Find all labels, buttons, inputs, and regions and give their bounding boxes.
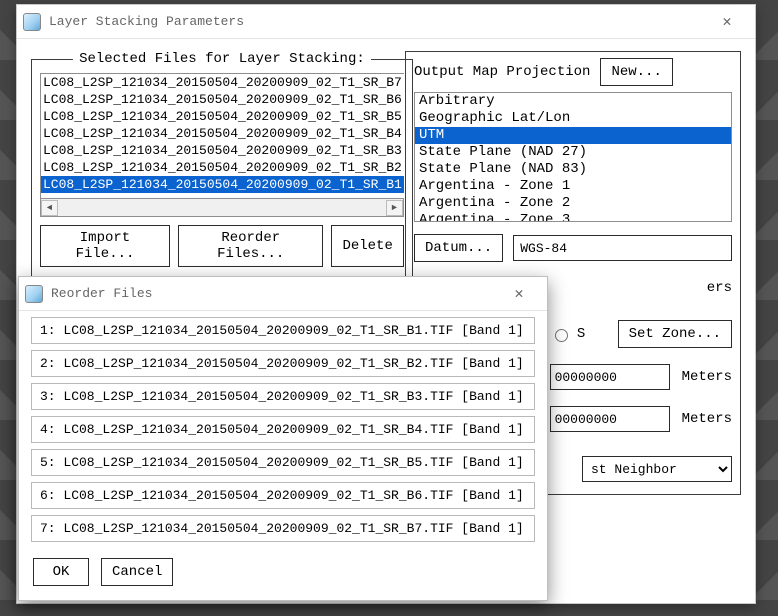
datum-button[interactable]: Datum...: [414, 234, 503, 262]
projection-row[interactable]: Argentina - Zone 2: [415, 195, 731, 212]
file-row[interactable]: LC08_L2SP_121034_20150504_20200909_02_T1…: [41, 142, 404, 159]
app-icon: [23, 13, 41, 31]
selected-files-legend: Selected Files for Layer Stacking:: [73, 51, 371, 67]
reorder-files-button[interactable]: Reorder Files...: [178, 225, 323, 267]
reorder-item[interactable]: 1: LC08_L2SP_121034_20150504_20200909_02…: [31, 317, 535, 344]
projection-row[interactable]: Argentina - Zone 1: [415, 178, 731, 195]
projection-row[interactable]: UTM: [415, 127, 731, 144]
projection-row[interactable]: Argentina - Zone 3: [415, 212, 731, 222]
projection-row[interactable]: Arbitrary: [415, 93, 731, 110]
zone-s-radio[interactable]: S: [550, 326, 585, 342]
reorder-item[interactable]: 5: LC08_L2SP_121034_20150504_20200909_02…: [31, 449, 535, 476]
file-row[interactable]: LC08_L2SP_121034_20150504_20200909_02_T1…: [41, 91, 404, 108]
reorder-title: Reorder Files: [51, 286, 152, 301]
resampling-select[interactable]: st Neighbor: [582, 456, 732, 482]
selected-files-list[interactable]: LC08_L2SP_121034_20150504_20200909_02_T1…: [40, 73, 404, 199]
meters-label-x: Meters: [682, 369, 732, 385]
output-projection-label: Output Map Projection: [414, 64, 590, 80]
meters-label-y: Meters: [682, 411, 732, 427]
reorder-item[interactable]: 2: LC08_L2SP_121034_20150504_20200909_02…: [31, 350, 535, 377]
selected-files-panel: Selected Files for Layer Stacking: LC08_…: [31, 51, 413, 278]
titlebar[interactable]: Layer Stacking Parameters ✕: [17, 5, 755, 39]
file-row[interactable]: LC08_L2SP_121034_20150504_20200909_02_T1…: [41, 74, 404, 91]
ok-button[interactable]: OK: [33, 558, 89, 586]
reorder-item[interactable]: 4: LC08_L2SP_121034_20150504_20200909_02…: [31, 416, 535, 443]
projection-row[interactable]: State Plane (NAD 83): [415, 161, 731, 178]
cancel-button[interactable]: Cancel: [101, 558, 173, 586]
reorder-item[interactable]: 3: LC08_L2SP_121034_20150504_20200909_02…: [31, 383, 535, 410]
reorder-item[interactable]: 7: LC08_L2SP_121034_20150504_20200909_02…: [31, 515, 535, 542]
delete-button[interactable]: Delete: [331, 225, 403, 267]
projection-row[interactable]: Geographic Lat/Lon: [415, 110, 731, 127]
import-file-button[interactable]: Import File...: [40, 225, 170, 267]
file-row[interactable]: LC08_L2SP_121034_20150504_20200909_02_T1…: [41, 125, 404, 142]
y-pixel-size-field[interactable]: 00000000: [550, 406, 670, 432]
close-icon[interactable]: ✕: [707, 9, 747, 35]
reorder-titlebar[interactable]: Reorder Files ✕: [19, 277, 547, 311]
reorder-item[interactable]: 6: LC08_L2SP_121034_20150504_20200909_02…: [31, 482, 535, 509]
projection-row[interactable]: State Plane (NAD 27): [415, 144, 731, 161]
close-icon[interactable]: ✕: [499, 281, 539, 307]
file-row[interactable]: LC08_L2SP_121034_20150504_20200909_02_T1…: [41, 159, 404, 176]
reorder-list: 1: LC08_L2SP_121034_20150504_20200909_02…: [19, 317, 547, 542]
datum-field[interactable]: [513, 235, 732, 261]
x-pixel-size-field[interactable]: 00000000: [550, 364, 670, 390]
set-zone-button[interactable]: Set Zone...: [618, 320, 732, 348]
hscrollbar[interactable]: ◄ ►: [40, 199, 404, 217]
file-row[interactable]: LC08_L2SP_121034_20150504_20200909_02_T1…: [41, 108, 404, 125]
new-projection-button[interactable]: New...: [600, 58, 672, 86]
scroll-left-icon[interactable]: ◄: [41, 200, 58, 216]
app-icon: [25, 285, 43, 303]
projection-list[interactable]: ArbitraryGeographic Lat/LonUTMState Plan…: [414, 92, 732, 222]
dialog-title: Layer Stacking Parameters: [49, 14, 244, 29]
units-value-tail: ers: [707, 280, 732, 296]
reorder-files-dialog: Reorder Files ✕ 1: LC08_L2SP_121034_2015…: [18, 276, 548, 601]
file-row[interactable]: LC08_L2SP_121034_20150504_20200909_02_T1…: [41, 176, 404, 193]
scroll-right-icon[interactable]: ►: [386, 200, 403, 216]
